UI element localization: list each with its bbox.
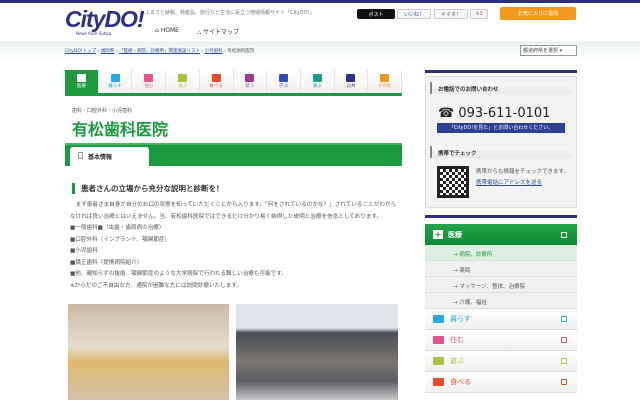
page-title: 有松歯科医院 (72, 120, 169, 139)
menu-row[interactable]: 住む (425, 330, 577, 351)
add-favorite-button[interactable]: お気に入りに追加 (500, 7, 576, 20)
top-nav: ⌂ HOME ⛬ サイトマップ (155, 27, 239, 37)
menu-row[interactable]: 遊ぶ (425, 351, 577, 372)
x-post-button[interactable]: ポスト (357, 9, 395, 19)
top-border (0, 0, 640, 3)
menu-sub-hospital[interactable]: → 病院、診療所 (425, 245, 577, 261)
home-link[interactable]: ⌂ HOME (155, 27, 179, 37)
sidebar-divider (425, 215, 577, 218)
breadcrumb-link[interactable]: 小児歯科 (205, 49, 223, 54)
phone-number: ☎ 093-611-0101 (438, 106, 551, 121)
category-icon (380, 74, 390, 82)
tab-category-0[interactable]: 医療 (65, 70, 99, 93)
tab-category-9[interactable]: その他 (368, 70, 403, 93)
phone-note: 「CityDO!を見た」とお問い合わせください。 (437, 123, 565, 133)
mixi-iine-button[interactable]: イイネ！ (434, 9, 468, 19)
phone-heading: お電話でのお問い合わせ (430, 82, 572, 94)
medical-cross-icon: + (433, 230, 443, 239)
document-icon (78, 152, 83, 159)
toggle-icon (561, 379, 567, 385)
facebook-like-button[interactable]: いいね！ (397, 9, 431, 19)
toggle-icon (561, 337, 567, 343)
category-icon (433, 315, 444, 323)
category-icon (312, 74, 322, 82)
tab-category-1[interactable]: 暮らす (98, 70, 133, 93)
mobile-heading: 携帯でチェック (430, 146, 572, 158)
clinic-building-photo[interactable] (236, 304, 398, 400)
tab-category-5[interactable]: 装う (233, 70, 268, 93)
category-tabs: 医療 暮らす 住む 遊ぶ 食べる 装う 学ぶ 選ぶ 公共 その他 (65, 70, 403, 96)
toggle-icon (561, 358, 567, 364)
clinic-interior-photo[interactable] (68, 304, 229, 400)
category-icon (177, 74, 187, 82)
sidebar-divider (425, 70, 577, 73)
tab-category-4[interactable]: 食べる (199, 70, 234, 93)
tab-category-6[interactable]: 学ぶ (267, 70, 301, 93)
category-icon (279, 74, 289, 82)
category-icon (144, 74, 154, 82)
breadcrumb-current: 有松歯科医院 (227, 49, 255, 54)
prefecture-select[interactable]: 都道府県を選択 ▾ (520, 45, 577, 56)
clinic-description: まず患者さま自身が自分のお口の状態を知っていただくことから入ります。「何をされて… (70, 202, 397, 289)
logo-subtitle: News from Suhaa (76, 31, 112, 36)
category-icon (433, 357, 444, 365)
mobile-info: 携帯からも情報をチェックできます。 携帯電話にアドレスを送る (476, 169, 569, 186)
tab-basic-info[interactable]: 基本情報 (70, 147, 149, 166)
sitemap-link[interactable]: ⛬ サイトマップ (197, 27, 239, 37)
tagline: ふるさと納税、特産品、旅行など生活に役立つ地域情報サイト「CityDO!」 (145, 10, 315, 16)
category-icon (346, 74, 356, 82)
tab-category-2[interactable]: 住む (132, 70, 167, 93)
category-menu: + 医療 → 病院、診療所 → 薬局 → マッサージ、整体、治療院 → 介護、福祉… (425, 224, 577, 393)
category-icon (76, 74, 86, 82)
send-address-link[interactable]: 携帯電話にアドレスを送る (476, 180, 542, 186)
category-icon (433, 336, 444, 344)
breadcrumb: CityDO!トップ › 福岡県 › 「医療・病院、診療所」関連施設リスト › … (65, 49, 255, 54)
breadcrumb-link[interactable]: 「医療・病院、診療所」関連施設リスト (119, 49, 200, 54)
breadcrumb-link[interactable]: 福岡県 (101, 49, 115, 54)
qr-code (437, 166, 469, 198)
tab-category-8[interactable]: 公共 (334, 70, 369, 93)
section-heading: 患者さんの立場から充分な説明と診断を！ (72, 183, 224, 194)
citydo-logo[interactable]: CityDO! (65, 6, 145, 33)
menu-sub-massage[interactable]: → マッサージ、整体、治療院 (425, 277, 577, 293)
toggle-icon (561, 316, 567, 322)
menu-row[interactable]: 食べる (425, 372, 577, 393)
menu-sub-pharmacy[interactable]: → 薬局 (425, 261, 577, 277)
category-icon (211, 74, 221, 82)
clinic-category: 歯科・口腔外科・小児歯科 (72, 108, 133, 114)
category-icon (433, 378, 444, 386)
menu-medical[interactable]: + 医療 (425, 224, 577, 245)
menu-row[interactable]: 暮らす (425, 309, 577, 330)
category-icon (245, 74, 255, 82)
tab-category-7[interactable]: 選ぶ (300, 70, 335, 93)
tab-category-3[interactable]: 遊ぶ (166, 70, 200, 93)
google-plus-button[interactable]: +1 (470, 9, 488, 19)
menu-sub-care[interactable]: → 介護、福祉 (425, 293, 577, 309)
toggle-icon (561, 231, 567, 238)
breadcrumb-link[interactable]: CityDO!トップ (65, 49, 96, 54)
category-icon (110, 74, 120, 82)
